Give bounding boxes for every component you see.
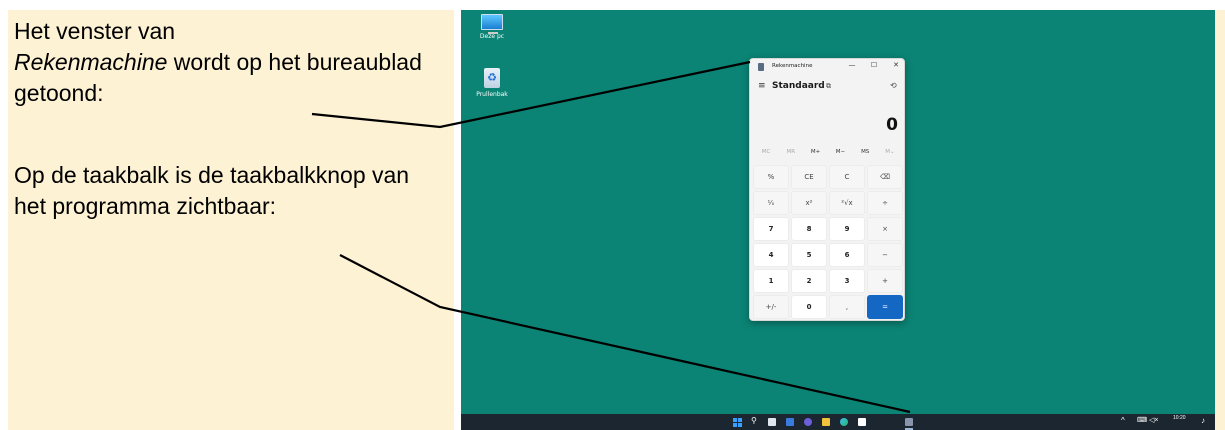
store-icon[interactable] (858, 418, 866, 426)
instruction-paragraph-taskbar: Op de taakbalk is de taakbalkknop van he… (14, 162, 410, 219)
instruction-text-line1: Het venster van (14, 18, 176, 44)
calculator-key[interactable]: % (753, 165, 789, 189)
calculator-mode-label: Standaard (772, 81, 825, 91)
calculator-key[interactable]: ÷ (867, 191, 903, 215)
instruction-paragraph-window: Het venster van Rekenmachine wordt op he… (14, 16, 444, 109)
tray-system-icons[interactable]: ⌨ ◁× (1137, 416, 1159, 424)
edge-browser-icon[interactable] (840, 418, 848, 426)
calculator-keypad: % CE C ⌫ ¹⁄ₓ x² ²√x ÷ 7 8 9 × 4 5 6− 1 2 3 + +/- 0, = (753, 165, 903, 319)
menu-icon[interactable]: ≡ (758, 81, 766, 91)
instruction-panel: Het venster van Rekenmachine wordt op he… (8, 10, 454, 430)
calculator-key[interactable]: CE (791, 165, 827, 189)
widgets-icon[interactable] (786, 418, 794, 426)
memory-button[interactable]: MR (779, 149, 803, 159)
maximize-button[interactable]: ☐ (868, 61, 880, 69)
notification-icon[interactable]: ♪ (1201, 416, 1205, 425)
memory-button[interactable]: M+ (804, 149, 828, 159)
calculator-key[interactable]: +/- (753, 295, 789, 319)
keep-on-top-icon[interactable]: ⧉ (826, 82, 831, 91)
instruction-app-name: Rekenmachine (14, 49, 168, 75)
calculator-titlebar[interactable]: Rekenmachine — ☐ ✕ (750, 59, 904, 75)
recycle-bin-icon: ♻ (484, 68, 500, 88)
calculator-key[interactable]: 1 (753, 269, 789, 293)
close-button[interactable]: ✕ (890, 61, 902, 69)
desktop-icon-label: Deze pc (479, 33, 505, 40)
chat-icon[interactable] (804, 418, 812, 426)
history-icon[interactable]: ⟲ (890, 81, 897, 90)
memory-row: MC MR M+ M− MS M⌄ (754, 149, 902, 159)
calculator-key[interactable]: + (867, 269, 903, 293)
calculator-key[interactable]: 9 (829, 217, 865, 241)
right-panel-strip (1215, 10, 1225, 430)
calculator-display: 0 (886, 115, 898, 135)
calculator-key[interactable]: ⌫ (867, 165, 903, 189)
calculator-key[interactable]: 2 (791, 269, 827, 293)
start-button[interactable] (733, 418, 742, 427)
tray-chevron-icon[interactable]: ^ (1121, 416, 1125, 425)
calculator-key[interactable]: 7 (753, 217, 789, 241)
desktop-icon-this-pc[interactable]: Deze pc (467, 14, 517, 40)
task-view-icon[interactable] (768, 418, 776, 426)
search-icon[interactable]: ⚲ (751, 416, 757, 425)
calculator-window: Rekenmachine — ☐ ✕ ≡ Standaard ⧉ ⟲ 0 MC M… (749, 58, 905, 321)
window-title: Rekenmachine (772, 63, 813, 69)
calculator-key[interactable]: × (867, 217, 903, 241)
desktop-icon-recycle-bin[interactable]: ♻ Prullenbak (467, 68, 517, 98)
calculator-key[interactable]: C (829, 165, 865, 189)
calculator-key[interactable]: , (829, 295, 865, 319)
file-explorer-icon[interactable] (822, 418, 830, 426)
calculator-key[interactable]: 5 (791, 243, 827, 267)
calculator-key[interactable]: 4 (753, 243, 789, 267)
calculator-app-icon (758, 63, 764, 71)
calculator-key[interactable]: 0 (791, 295, 827, 319)
calculator-key[interactable]: − (867, 243, 903, 267)
memory-button[interactable]: MS (853, 149, 877, 159)
desktop: Deze pc ♻ Prullenbak Rekenmachine — ☐ ✕ … (461, 10, 1215, 430)
desktop-icon-label: Prullenbak (476, 91, 508, 98)
calculator-key[interactable]: 8 (791, 217, 827, 241)
this-pc-icon (481, 14, 503, 34)
calculator-key[interactable]: 6 (829, 243, 865, 267)
memory-button[interactable]: M⌄ (878, 149, 902, 159)
calculator-key[interactable]: ¹⁄ₓ (753, 191, 789, 215)
calculator-key[interactable]: 3 (829, 269, 865, 293)
calculator-key[interactable]: = (867, 295, 903, 319)
calculator-key[interactable]: ²√x (829, 191, 865, 215)
taskbar: ⚲ ^ ⌨ ◁× 10:20 ♪ (461, 414, 1215, 430)
minimize-button[interactable]: — (846, 61, 858, 69)
memory-button[interactable]: M− (828, 149, 852, 159)
taskbar-button-calculator[interactable] (905, 418, 913, 426)
memory-button[interactable]: MC (754, 149, 778, 159)
tray-clock[interactable]: 10:20 (1173, 415, 1186, 422)
calculator-mode-bar: ≡ Standaard ⧉ ⟲ (750, 79, 904, 95)
calculator-key[interactable]: x² (791, 191, 827, 215)
